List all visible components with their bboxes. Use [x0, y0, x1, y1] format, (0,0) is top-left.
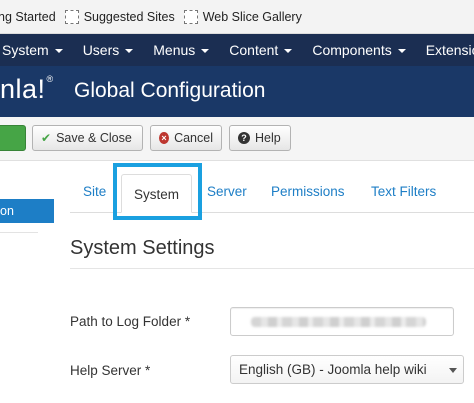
- help-server-label: Help Server *: [70, 363, 151, 378]
- menu-menus[interactable]: Menus: [143, 34, 219, 66]
- favorite-label: Suggested Sites: [83, 9, 175, 24]
- section-divider: [70, 268, 474, 269]
- chevron-down-icon: [201, 49, 210, 53]
- favorite-getting-started[interactable]: ng Started: [0, 10, 56, 24]
- button-label: Cancel: [174, 131, 213, 145]
- menu-system[interactable]: System: [0, 34, 73, 66]
- select-value: English (GB) - Joomla help wiki: [239, 362, 427, 377]
- cancel-circle-icon: ×: [159, 132, 170, 144]
- menu-extensions[interactable]: Extensions: [416, 34, 474, 66]
- logo-text: nla!: [0, 74, 46, 104]
- chevron-down-icon: [54, 49, 63, 53]
- menu-label: Menus: [153, 42, 196, 58]
- favorite-label: ng Started: [0, 9, 56, 24]
- question-circle-icon: ?: [238, 132, 250, 144]
- favorite-web-slice-gallery[interactable]: Web Slice Gallery: [183, 9, 302, 24]
- menu-label: System: [2, 42, 49, 58]
- page-title: Global Configuration: [74, 79, 266, 102]
- menu-label: Components: [312, 42, 392, 58]
- favorite-suggested-sites[interactable]: Suggested Sites: [64, 9, 175, 24]
- page-icon: [183, 9, 198, 24]
- tab-permissions[interactable]: Permissions: [271, 184, 345, 199]
- help-button[interactable]: ? Help: [229, 125, 291, 151]
- cancel-button[interactable]: × Cancel: [150, 125, 222, 151]
- menu-components[interactable]: Components: [302, 34, 415, 66]
- tab-server[interactable]: Server: [207, 184, 247, 199]
- tab-system[interactable]: System: [121, 174, 192, 213]
- sidebar-divider: [0, 232, 38, 233]
- redacted-path: [251, 317, 426, 327]
- save-button[interactable]: [0, 125, 26, 151]
- page-icon: [64, 9, 79, 24]
- log-folder-input[interactable]: [230, 307, 454, 336]
- menu-content[interactable]: Content: [219, 34, 302, 66]
- menu-label: Content: [229, 42, 279, 58]
- chevron-down-icon: [449, 368, 457, 373]
- help-server-select[interactable]: English (GB) - Joomla help wiki: [230, 355, 464, 384]
- save-close-button[interactable]: ✔ Save & Close: [32, 125, 143, 151]
- button-label: Help: [255, 131, 281, 145]
- log-folder-label: Path to Log Folder *: [70, 314, 191, 329]
- section-title: System Settings: [70, 237, 215, 259]
- chevron-down-icon: [284, 49, 293, 53]
- tab-label: System: [133, 187, 179, 202]
- joomla-logo[interactable]: nla!®: [0, 74, 54, 105]
- menu-label: Extensions: [425, 42, 474, 58]
- sidebar-item-label: on: [0, 204, 14, 218]
- sidebar-item-active[interactable]: on: [0, 199, 54, 223]
- chevron-down-icon: [397, 49, 406, 53]
- page-header: nla!® Global Configuration: [0, 66, 474, 117]
- favorites-bar: ng Started Suggested Sites Web Slice Gal…: [0, 0, 474, 34]
- menu-label: Users: [82, 42, 120, 58]
- tab-site[interactable]: Site: [83, 184, 106, 199]
- menu-users[interactable]: Users: [73, 34, 144, 66]
- favorite-label: Web Slice Gallery: [202, 9, 302, 24]
- chevron-down-icon: [125, 49, 134, 53]
- tab-text-filters[interactable]: Text Filters: [371, 184, 436, 199]
- button-label: Save & Close: [56, 131, 132, 145]
- check-icon: ✔: [41, 131, 52, 145]
- toolbar: ✔ Save & Close × Cancel ? Help: [0, 117, 474, 161]
- registered-mark: ®: [46, 74, 54, 84]
- admin-menu: System Users Menus Content Components Ex…: [0, 34, 474, 66]
